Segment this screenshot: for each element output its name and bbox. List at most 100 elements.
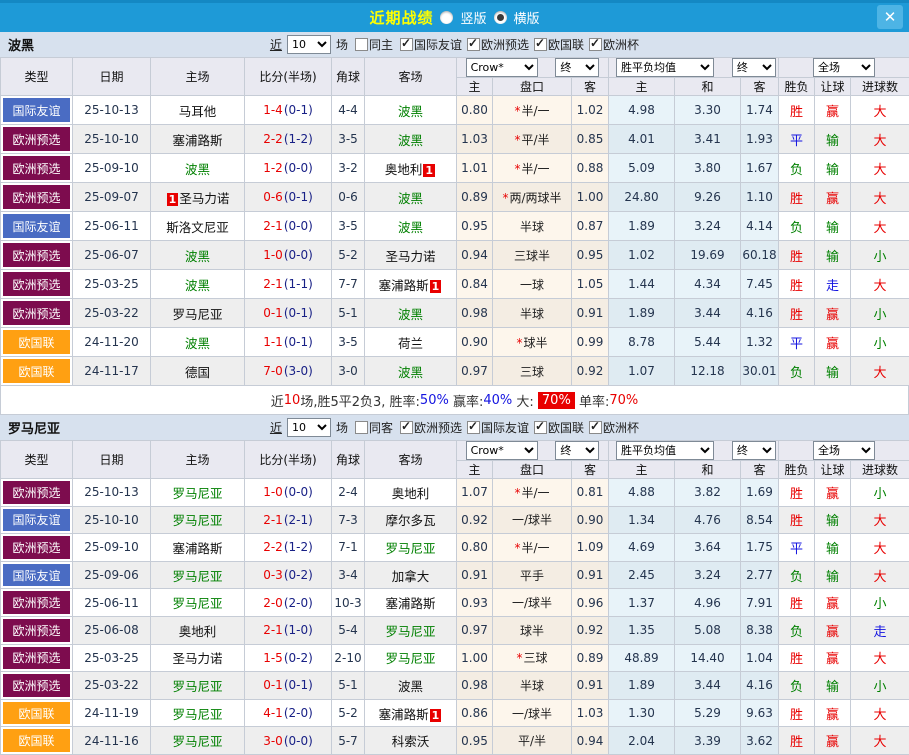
recent-label[interactable]: 近: [270, 419, 282, 436]
goals-cell: 大: [851, 154, 909, 183]
corner-cell: 7-1: [332, 534, 365, 562]
summary-segment: 近: [271, 391, 284, 410]
type-cell: 欧洲预选: [1, 154, 73, 183]
scope-select[interactable]: 全场: [813, 58, 875, 77]
handicap-result-cell: 赢: [815, 328, 851, 357]
match-count-select[interactable]: 10: [287, 35, 331, 54]
away-team-cell: 波黑: [365, 183, 457, 212]
competition-filter[interactable]: 国际友谊: [462, 419, 529, 436]
match-row: 欧洲预选25-03-22罗马尼亚0-1(0-1)5-1波黑0.98半球0.911…: [1, 672, 909, 700]
score-cell: 2-1(2-1): [245, 506, 332, 534]
goals-cell: 大: [851, 534, 909, 562]
team-label: 奥地利: [392, 486, 430, 501]
competition-checkbox[interactable]: [534, 421, 547, 434]
corner-cell: 10-3: [332, 589, 365, 617]
halftime-score: (1-1): [284, 277, 313, 291]
recent-label[interactable]: 近: [270, 36, 282, 53]
competition-checkbox[interactable]: [467, 421, 480, 434]
result-cell: 负: [779, 212, 815, 241]
home-odds-cell: 0.94: [457, 241, 493, 270]
same-venue-filter[interactable]: 同主: [350, 36, 393, 53]
competition-filter[interactable]: 国际友谊: [395, 36, 462, 53]
handicap-cell: *半/一: [493, 534, 572, 562]
star-mark: *: [516, 336, 522, 350]
col-odds-home: 主: [457, 78, 493, 96]
competition-checkbox[interactable]: [534, 38, 547, 51]
home-team-cell: 罗马尼亚: [151, 699, 245, 727]
corner-cell: 3-4: [332, 561, 365, 589]
result-cell: 负: [779, 357, 815, 386]
avg-type-select[interactable]: 胜平负均值: [616, 441, 714, 460]
type-cell: 欧国联: [1, 727, 73, 755]
avg-draw-cell: 3.24: [675, 212, 741, 241]
home-team-cell: 圣马力诺: [151, 644, 245, 672]
date-cell: 25-03-22: [73, 299, 151, 328]
competition-filter[interactable]: 欧洲预选: [395, 419, 462, 436]
summary-segment: 70%: [538, 392, 575, 409]
vertical-layout-radio[interactable]: [440, 11, 453, 24]
avg-home-cell: 1.44: [609, 270, 675, 299]
odds-stage-select[interactable]: 终: [555, 58, 599, 77]
competition-filter[interactable]: 欧洲杯: [584, 36, 639, 53]
col-avg-home: 主: [609, 461, 675, 479]
star-mark: *: [514, 162, 520, 176]
halftime-score: (0-0): [284, 734, 313, 748]
handicap-cell: *球半: [493, 328, 572, 357]
avg-stage-select[interactable]: 终: [732, 441, 776, 460]
horizontal-layout-radio[interactable]: [494, 11, 507, 24]
close-icon[interactable]: ✕: [877, 5, 903, 29]
team-label: 斯洛文尼亚: [166, 220, 229, 235]
same-venue-checkbox[interactable]: [355, 421, 368, 434]
handicap-result-cell: 赢: [815, 299, 851, 328]
competition-checkbox[interactable]: [400, 421, 413, 434]
home-team-cell: 波黑: [151, 154, 245, 183]
col-goals: 进球数: [851, 78, 909, 96]
away-team-cell: 科索沃: [365, 727, 457, 755]
away-odds-cell: 0.99: [572, 328, 609, 357]
competition-filter[interactable]: 欧洲预选: [462, 36, 529, 53]
match-row: 欧国联24-11-17德国7-0(3-0)3-0波黑0.97三球0.921.07…: [1, 357, 909, 386]
competition-filter[interactable]: 欧国联: [529, 36, 584, 53]
goals-cell: 大: [851, 212, 909, 241]
away-odds-cell: 1.09: [572, 534, 609, 562]
competition-checkbox[interactable]: [400, 38, 413, 51]
handicap-cell: 半球: [493, 212, 572, 241]
avg-home-cell: 1.34: [609, 506, 675, 534]
scope-select[interactable]: 全场: [813, 441, 875, 460]
avg-stage-select[interactable]: 终: [732, 58, 776, 77]
same-venue-filter[interactable]: 同客: [350, 419, 393, 436]
handicap-cell: 半球: [493, 672, 572, 700]
home-odds-cell: 0.97: [457, 357, 493, 386]
fulltime-score: 2-1: [263, 513, 283, 527]
home-team-cell: 德国: [151, 357, 245, 386]
col-avg-home: 主: [609, 78, 675, 96]
competition-chip: 欧洲预选: [3, 185, 70, 209]
avg-away-cell: 4.14: [741, 212, 779, 241]
home-odds-cell: 1.00: [457, 644, 493, 672]
handicap-cell: *半/一: [493, 154, 572, 183]
same-venue-checkbox[interactable]: [355, 38, 368, 51]
result-cell: 负: [779, 561, 815, 589]
date-cell: 24-11-17: [73, 357, 151, 386]
avg-home-cell: 1.02: [609, 241, 675, 270]
summary-segment: 大:: [512, 391, 538, 410]
bookmaker-select[interactable]: Crow*: [466, 58, 538, 77]
competition-chip: 欧洲预选: [3, 674, 70, 697]
avg-type-select[interactable]: 胜平负均值: [616, 58, 714, 77]
same-venue-label: 同主: [369, 36, 393, 53]
handicap-cell: 平手: [493, 561, 572, 589]
avg-draw-cell: 9.26: [675, 183, 741, 212]
team-label: 罗马尼亚: [172, 513, 222, 528]
odds-stage-select[interactable]: 终: [555, 441, 599, 460]
red-card-badge: 1: [423, 164, 435, 177]
match-count-select[interactable]: 10: [287, 418, 331, 437]
col-result: 胜负: [779, 461, 815, 479]
bookmaker-select[interactable]: Crow*: [466, 441, 538, 460]
competition-checkbox[interactable]: [589, 38, 602, 51]
competition-checkbox[interactable]: [589, 421, 602, 434]
score-cell: 3-0(0-0): [245, 727, 332, 755]
competition-checkbox[interactable]: [467, 38, 480, 51]
competition-filter[interactable]: 欧洲杯: [584, 419, 639, 436]
competition-filter[interactable]: 欧国联: [529, 419, 584, 436]
star-mark: *: [502, 191, 508, 205]
